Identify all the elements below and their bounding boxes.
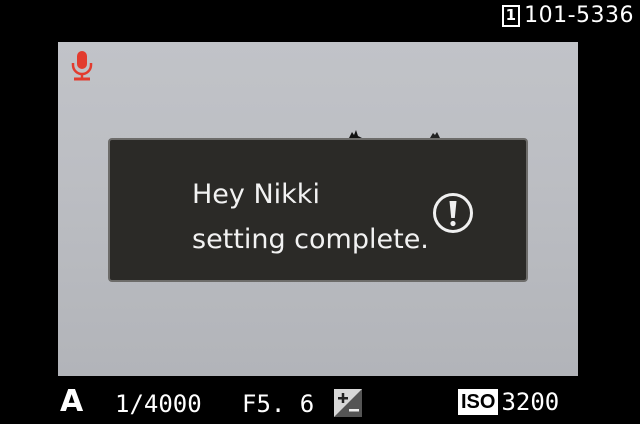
iso-indicator: ISO 3200 [458,388,559,416]
iso-label: ISO [458,389,499,415]
aperture: F5. 6 [242,390,315,418]
exclamation-circle-icon [433,193,473,233]
top-status-bar: 1 101-5336 [0,0,640,40]
notification-dialog: Hey Nikki setting complete. [108,138,528,282]
file-info: 1 101-5336 [502,3,634,28]
dialog-message: Hey Nikki setting complete. [192,172,429,262]
dialog-line-1: Hey Nikki [192,179,320,210]
shooting-mode: A [60,384,84,419]
dialog-line-2: setting complete. [192,224,429,255]
shutter-speed: 1/4000 [115,390,202,418]
exposure-compensation-icon [334,389,362,417]
iso-value: 3200 [501,388,560,416]
memory-card-slot-icon: 1 [502,4,521,27]
live-view: Hey Nikki setting complete. [58,42,578,376]
bottom-status-bar: A 1/4000 F5. 6 ISO 3200 [0,378,640,424]
microphone-icon [71,51,93,81]
file-number: 101-5336 [524,3,634,28]
